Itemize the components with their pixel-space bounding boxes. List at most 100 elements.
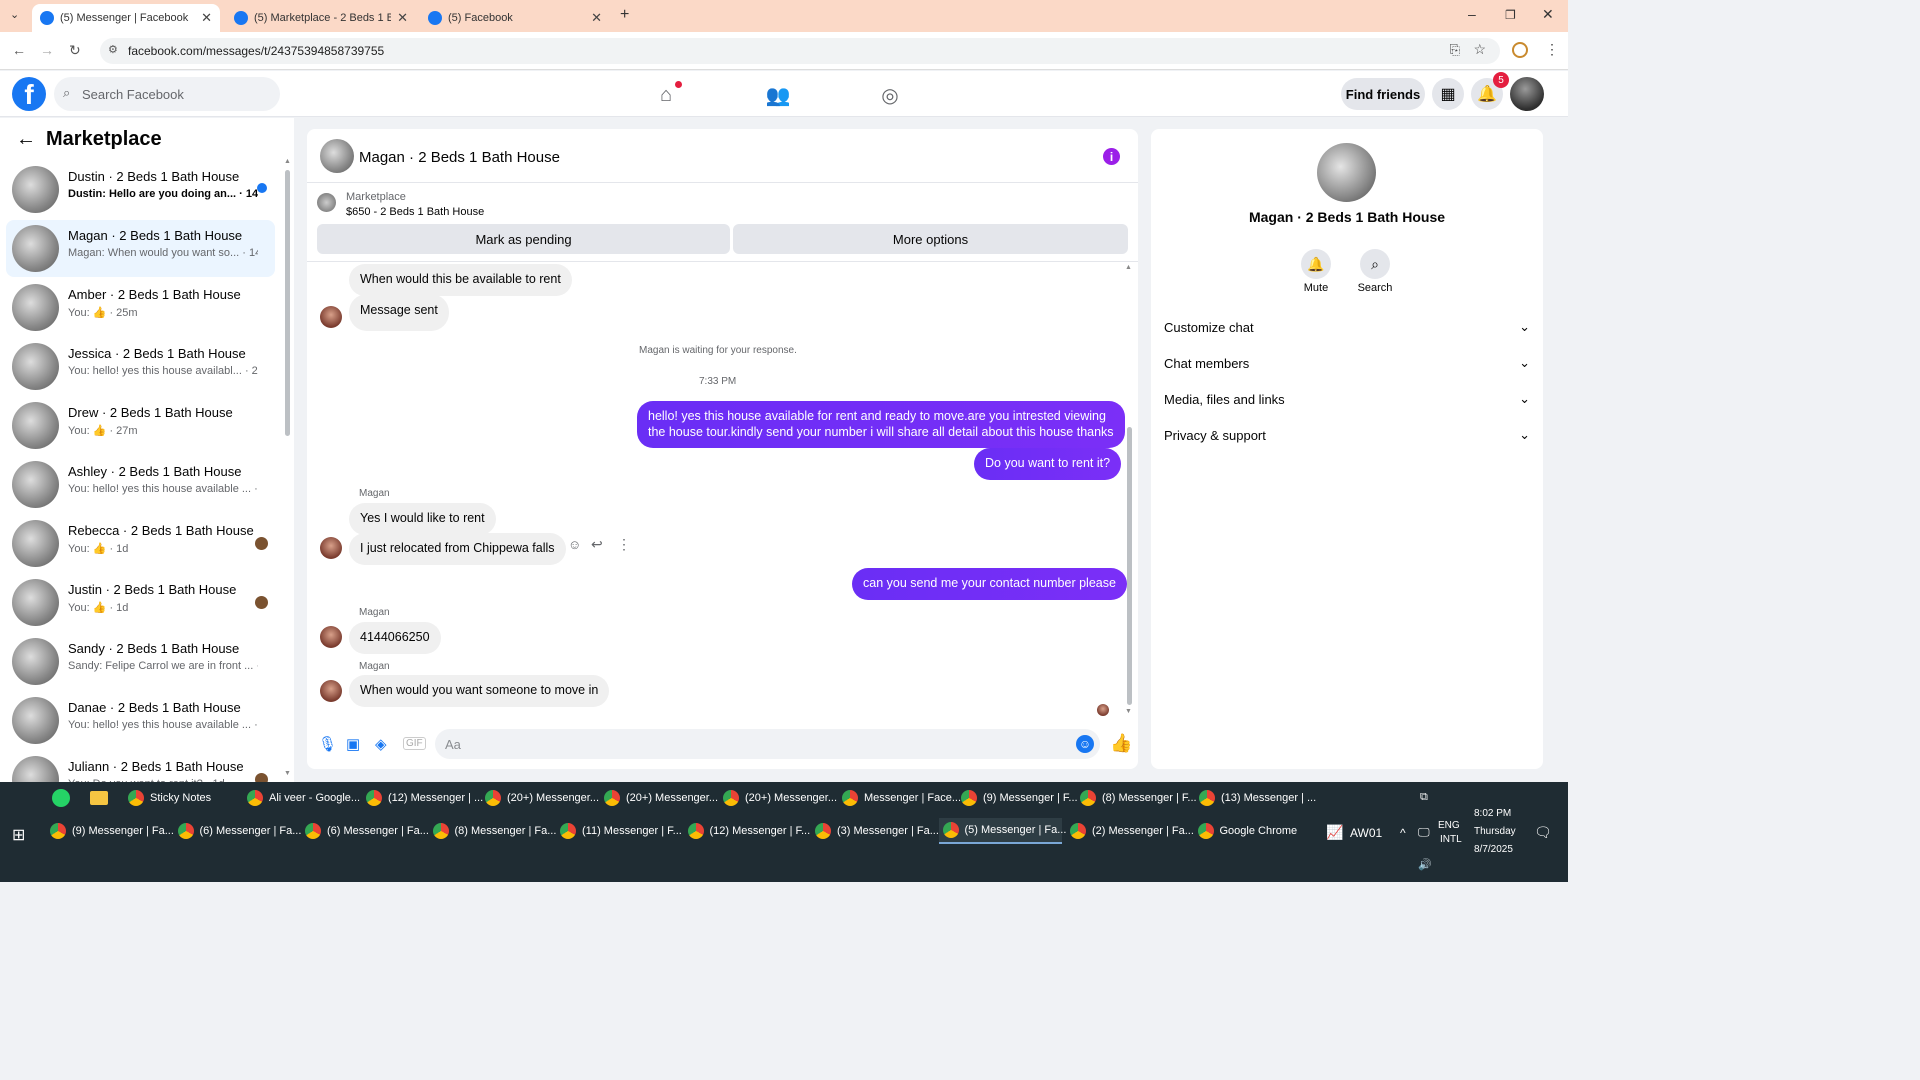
search-button[interactable]: ⌕ [1360,249,1390,279]
profile-icon[interactable] [1512,42,1528,58]
close-window-icon[interactable]: ✕ [1542,6,1554,23]
chat-avatar[interactable] [320,139,354,173]
outgoing-message[interactable]: hello! yes this house available for rent… [637,401,1125,449]
restore-icon[interactable]: ❐ [1505,8,1516,22]
like-icon[interactable]: 👍 [1110,733,1132,754]
sender-avatar[interactable] [320,306,342,328]
listing-avatar[interactable] [1317,143,1376,202]
photo-icon[interactable]: ▣ [346,735,360,753]
menu-icon[interactable]: ⋮ [1545,41,1559,58]
taskbar-app[interactable]: (5) Messenger | Fa... [938,818,1066,844]
scroll-down-icon[interactable]: ▼ [284,770,291,777]
close-icon[interactable]: ✕ [397,10,408,26]
sender-avatar[interactable] [320,626,342,648]
file-explorer-icon[interactable] [90,791,108,805]
account-avatar[interactable] [1510,77,1544,111]
mute-button[interactable]: 🔔 [1301,249,1331,279]
notification-center-icon[interactable]: 🗨 [1534,824,1552,841]
chart-icon[interactable]: 📈 [1326,824,1343,841]
volume-icon[interactable]: 🔊 [1418,858,1432,871]
taskbar-app[interactable]: Ali veer - Google... [243,785,360,811]
taskbar-app[interactable]: Google Chrome [1194,818,1318,844]
listing-price[interactable]: $650 - 2 Beds 1 Bath House [346,206,484,218]
scrollbar[interactable] [1127,427,1132,705]
facebook-logo-icon[interactable]: f [12,77,46,111]
bookmark-star-icon[interactable]: ☆ [1473,41,1486,58]
new-tab-icon[interactable]: + [620,6,629,24]
privacy-support-section[interactable]: Privacy & support ⌄ [1164,423,1530,447]
incoming-message[interactable]: 4144066250 [349,622,441,654]
task-view-icon[interactable]: ⧉ [1420,791,1428,804]
sender-avatar[interactable] [320,680,342,702]
taskbar-app[interactable]: (8) Messenger | F... [1076,785,1197,811]
customize-chat-section[interactable]: Customize chat ⌄ [1164,315,1530,339]
minimize-icon[interactable]: – [1468,6,1476,22]
sticker-icon[interactable]: ◈ [375,735,387,753]
conversation-item[interactable]: Ashley · 2 Beds 1 Bath House You: hello! … [6,456,275,513]
menu-grid-icon[interactable]: ▦ [1432,78,1464,110]
reply-icon[interactable]: ↩ [591,536,603,553]
conversation-item[interactable]: Danae · 2 Beds 1 Bath House You: hello! y… [6,692,275,749]
more-options-button[interactable]: More options [733,224,1128,254]
notifications-icon[interactable]: 🔔 5 [1471,72,1509,110]
close-icon[interactable]: ✕ [591,10,602,26]
taskbar-app[interactable]: Sticky Notes [124,785,239,811]
taskbar-app[interactable]: (9) Messenger | Fa... [46,818,174,844]
conversation-item[interactable]: Juliann · 2 Beds 1 Bath HouseYou: Do you… [6,751,275,782]
language-intl[interactable]: INTL [1440,834,1462,845]
tab-messenger[interactable]: (5) Messenger | Facebook ✕ [32,4,220,32]
whatsapp-icon[interactable] [52,789,70,807]
conversation-item[interactable]: Amber · 2 Beds 1 Bath House You: 👍 · 25m [6,279,275,336]
listing-thumbnail[interactable] [317,193,336,212]
reload-icon[interactable]: ↻ [69,42,81,59]
taskbar-app[interactable]: (20+) Messenger... [600,785,718,811]
scroll-up-icon[interactable]: ▲ [284,158,291,165]
taskbar-app[interactable]: (3) Messenger | Fa... [811,818,939,844]
aw-label[interactable]: AW01 [1350,826,1382,840]
taskbar-app[interactable]: Messenger | Face... [838,785,961,811]
gif-icon[interactable]: GIF [403,737,426,750]
chat-members-section[interactable]: Chat members ⌄ [1164,351,1530,375]
tab-facebook[interactable]: (5) Facebook ✕ [420,4,610,32]
taskbar-app[interactable]: (12) Messenger | F... [684,818,810,844]
message-input[interactable]: Aa ☺ [435,729,1100,759]
conversation-item[interactable]: Rebecca · 2 Beds 1 Bath House You: 👍 · 1d [6,515,275,572]
conversation-item[interactable]: Justin · 2 Beds 1 Bath House You: 👍 · 1d [6,574,275,631]
taskbar-app[interactable]: (20+) Messenger... [481,785,599,811]
find-friends-button[interactable]: Find friends [1341,78,1425,110]
language-en[interactable]: ENG [1438,820,1460,831]
taskbar-app[interactable]: (2) Messenger | Fa... [1066,818,1194,844]
forward-icon[interactable]: → [40,42,54,58]
react-icon[interactable]: ☺ [568,537,581,552]
conversation-item[interactable]: Dustin · 2 Beds 1 Bath House Dustin: Hell… [6,161,275,218]
friends-icon[interactable]: 👥 [764,81,792,109]
url-field[interactable]: ⚙ facebook.com/messages/t/24375394858739… [100,38,1500,64]
mark-as-pending-button[interactable]: Mark as pending [317,224,730,254]
conversation-item[interactable]: Magan · 2 Beds 1 Bath House Magan: When w… [6,220,275,277]
conversation-item[interactable]: Drew · 2 Beds 1 Bath House You: 👍 · 27m [6,397,275,454]
scrollbar[interactable] [285,170,290,436]
taskbar-app[interactable]: (13) Messenger | ... [1195,785,1316,811]
taskbar-app[interactable]: (20+) Messenger... [719,785,837,811]
tab-list-chevron-icon[interactable]: ⌄ [10,8,19,21]
incoming-message[interactable]: When would this be available to rent [349,264,572,296]
home-icon[interactable]: ⌂ [652,81,682,109]
clock-date[interactable]: 8/7/2025 [1474,844,1513,855]
start-icon[interactable]: ⊞ [12,825,25,845]
incoming-message[interactable]: I just relocated from Chippewa falls [349,533,566,565]
conversation-item[interactable]: Jessica · 2 Beds 1 Bath House You: hello!… [6,338,275,395]
scroll-down-icon[interactable]: ▼ [1125,708,1132,715]
install-icon[interactable]: ⎘ [1450,42,1460,58]
taskbar-app[interactable]: (8) Messenger | Fa... [429,818,556,844]
microphone-icon[interactable]: 🎙 [318,735,337,753]
media-files-links-section[interactable]: Media, files and links ⌄ [1164,387,1530,411]
taskbar-app[interactable]: (9) Messenger | F... [957,785,1078,811]
chat-title[interactable]: Magan · 2 Beds 1 Bath House [359,149,560,166]
info-icon[interactable]: i [1103,148,1120,165]
tray-chevron-icon[interactable]: ^ [1400,826,1406,840]
tab-marketplace[interactable]: (5) Marketplace - 2 Beds 1 Bath ✕ [226,4,416,32]
sender-avatar[interactable] [320,537,342,559]
search-input[interactable]: ⌕ Search Facebook [54,77,280,111]
conversation-item[interactable]: Sandy · 2 Beds 1 Bath House Sandy: Felipe… [6,633,275,690]
taskbar-app[interactable]: (6) Messenger | Fa... [174,818,301,844]
